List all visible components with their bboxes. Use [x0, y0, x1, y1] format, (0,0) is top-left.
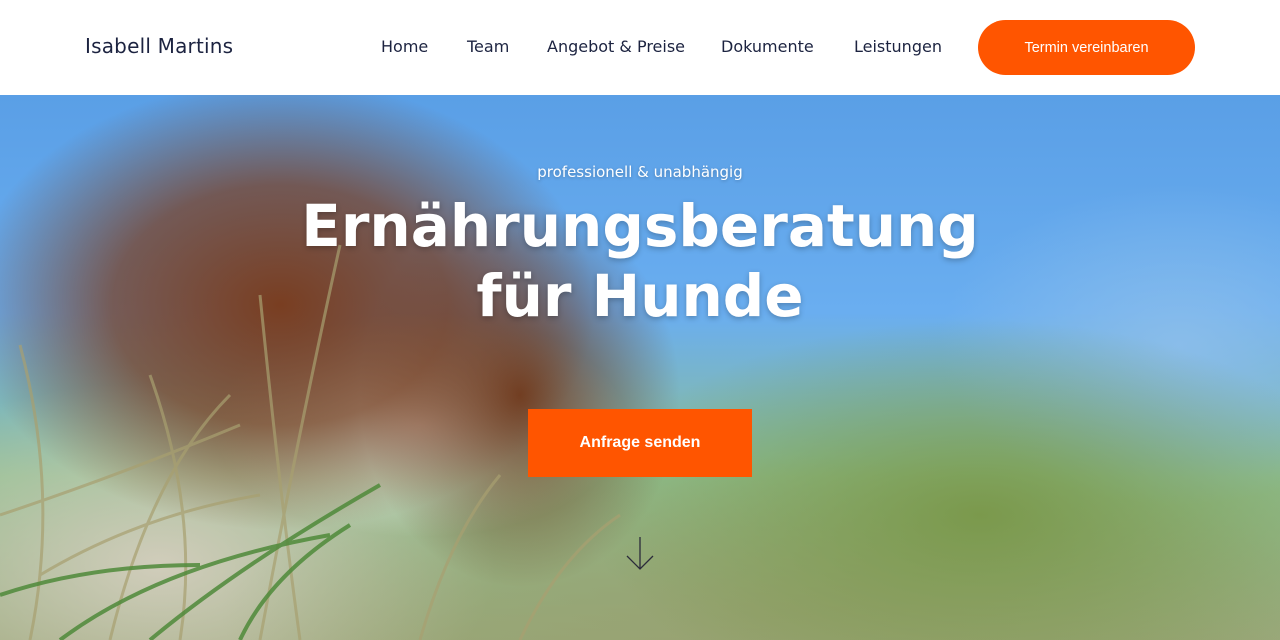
- brand-logo-text[interactable]: Isabell Martins: [85, 34, 233, 58]
- hero-title: Ernährungsberatung für Hunde: [0, 191, 1280, 331]
- nav-item-team[interactable]: Team: [467, 37, 509, 56]
- send-request-button[interactable]: Anfrage senden: [528, 409, 752, 477]
- nav-item-angebot-preise[interactable]: Angebot & Preise: [547, 37, 685, 56]
- hero-title-line-2: für Hunde: [476, 262, 804, 330]
- arrow-down-icon[interactable]: [624, 535, 656, 575]
- hero-title-line-1: Ernährungsberatung: [301, 192, 979, 260]
- site-header: Isabell Martins Home Team Angebot & Prei…: [0, 0, 1280, 95]
- appointment-button[interactable]: Termin vereinbaren: [978, 20, 1195, 75]
- hero-section: professionell & unabhängig Ernährungsber…: [0, 95, 1280, 640]
- hero-tagline: professionell & unabhängig: [537, 163, 743, 181]
- nav-item-home[interactable]: Home: [381, 37, 428, 56]
- nav-item-leistungen[interactable]: Leistungen: [854, 37, 942, 56]
- nav-item-dokumente[interactable]: Dokumente: [721, 37, 814, 56]
